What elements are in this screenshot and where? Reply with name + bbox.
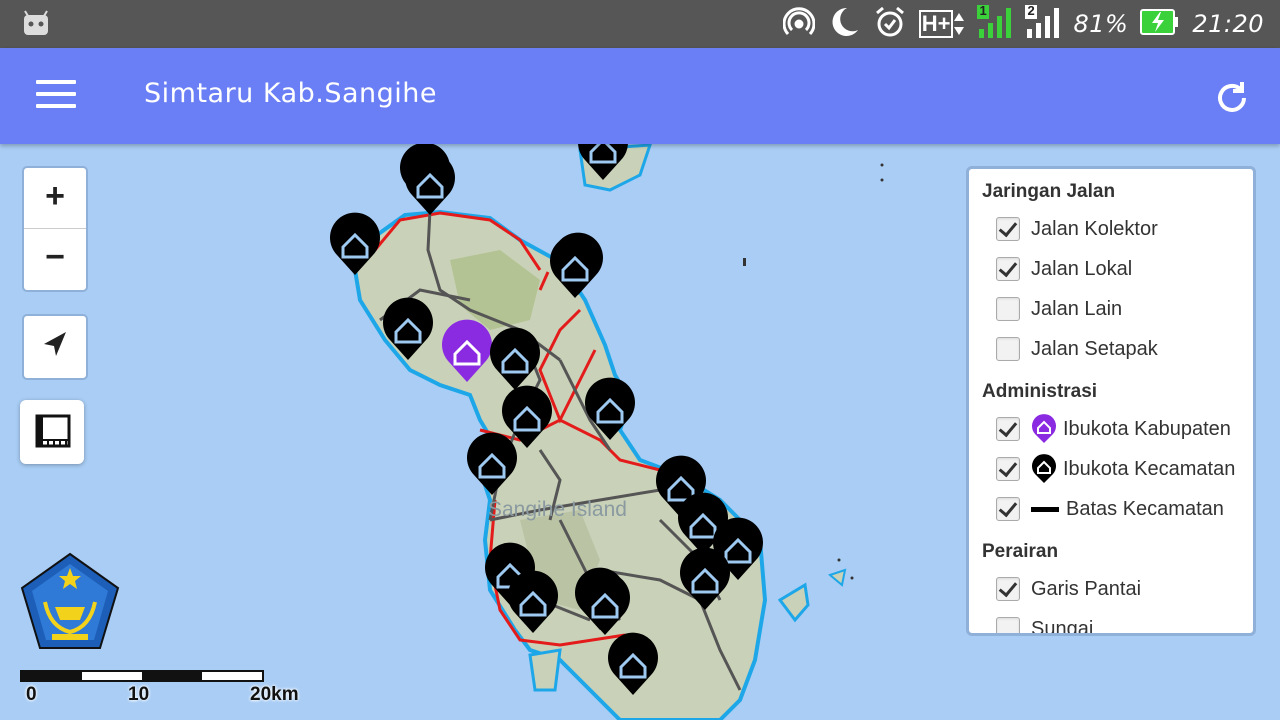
zoom-out-button[interactable]: − — [24, 228, 86, 289]
battery-charging-icon — [1140, 8, 1180, 41]
ruler-icon — [35, 414, 71, 448]
menu-button[interactable] — [36, 80, 76, 112]
layer-ibukota-kecamatan[interactable]: Ibukota Kecamatan — [969, 449, 1253, 489]
layer-jalan-kolektor[interactable]: Jalan Kolektor — [969, 209, 1253, 249]
app-title: Simtaru Kab.Sangihe — [144, 78, 438, 109]
layer-garis-pantai[interactable]: Garis Pantai — [969, 569, 1253, 609]
clock: 21:20 — [1192, 10, 1264, 38]
checkbox[interactable] — [996, 217, 1020, 241]
scale-label-20km: 20km — [250, 684, 299, 705]
zoom-in-button[interactable]: + — [24, 168, 86, 228]
scale-bar: 0 10 20km — [20, 668, 310, 708]
battery-percent: 81% — [1073, 10, 1129, 38]
network-type-icon: H+ — [918, 10, 966, 38]
refresh-button[interactable] — [1212, 78, 1252, 118]
checkbox[interactable] — [996, 497, 1020, 521]
layer-control-panel: Jaringan Jalan Jalan Kolektor Jalan Loka… — [966, 166, 1256, 636]
android-notification-icon — [22, 10, 50, 41]
layer-group-title: Perairan — [982, 541, 1059, 562]
moon-icon — [827, 5, 861, 44]
sangihe-regency-emblem — [20, 552, 120, 657]
navigation-arrow-icon — [44, 332, 66, 356]
hamburger-icon — [36, 80, 76, 84]
signal-sim1-icon: 1 — [977, 3, 1013, 44]
status-bar: H+ 1 2 81% 21:20 — [0, 0, 1280, 48]
checkbox[interactable] — [996, 337, 1020, 361]
checkbox[interactable] — [996, 577, 1020, 601]
purple-house-pin-icon — [1031, 414, 1057, 444]
layer-jalan-lokal[interactable]: Jalan Lokal — [969, 249, 1253, 289]
layer-jalan-setapak[interactable]: Jalan Setapak — [969, 329, 1253, 369]
checkbox[interactable] — [996, 257, 1020, 281]
layer-jalan-lain[interactable]: Jalan Lain — [969, 289, 1253, 329]
checkbox[interactable] — [996, 417, 1020, 441]
kecamatan-capital-pin-icon[interactable] — [405, 152, 455, 215]
layer-group-title: Administrasi — [982, 381, 1098, 402]
layer-batas-kecamatan[interactable]: Batas Kecamatan — [969, 489, 1253, 529]
layer-group-title: Jaringan Jalan — [982, 181, 1116, 202]
measure-button[interactable] — [20, 400, 84, 464]
scale-label-0: 0 — [26, 684, 37, 705]
checkbox[interactable] — [996, 297, 1020, 321]
checkbox[interactable] — [996, 457, 1020, 481]
islet — [827, 568, 847, 587]
signal-sim2-icon: 2 — [1025, 3, 1061, 44]
layer-sungai[interactable]: Sungai — [969, 609, 1253, 633]
hotspot-icon — [782, 6, 816, 43]
app-bar: Simtaru Kab.Sangihe — [0, 48, 1280, 144]
locate-button[interactable] — [22, 314, 88, 380]
zoom-control: + − — [22, 166, 88, 292]
checkbox[interactable] — [996, 617, 1020, 633]
alarm-icon — [873, 5, 907, 44]
refresh-icon — [1218, 82, 1246, 112]
island-map-label: Sangihe Island — [488, 498, 627, 521]
black-house-pin-icon — [1031, 454, 1057, 484]
islet — [528, 648, 562, 692]
scale-label-10: 10 — [128, 684, 150, 705]
black-line-icon — [1031, 506, 1059, 512]
layer-ibukota-kabupaten[interactable]: Ibukota Kabupaten — [969, 409, 1253, 449]
islet — [777, 582, 810, 623]
